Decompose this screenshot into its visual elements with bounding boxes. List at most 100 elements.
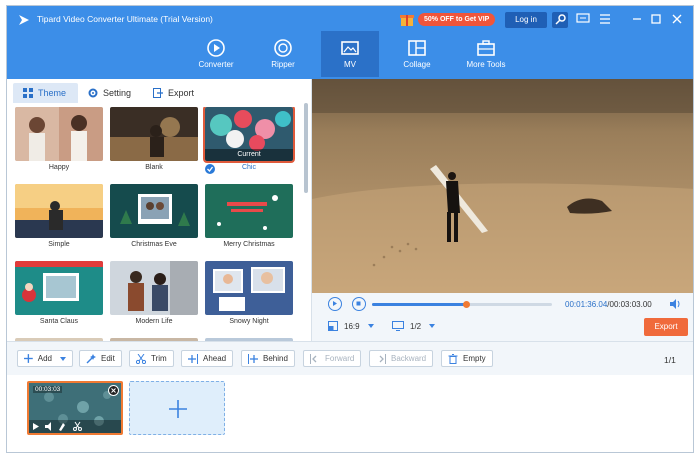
check-icon <box>205 164 215 174</box>
page-count: 1/1 <box>664 355 676 365</box>
play-button[interactable] <box>328 297 342 311</box>
plus-icon <box>24 354 33 363</box>
theme-thumbnail <box>110 184 198 238</box>
theme-thumbnail <box>15 261 103 315</box>
timeline-clip[interactable]: 00:03:03 <box>27 381 123 435</box>
aspect-ratio-select[interactable]: 16:9 <box>328 321 374 331</box>
app-window: Tipard Video Converter Ultimate (Trial V… <box>6 5 694 453</box>
theme-chic[interactable]: Current Chic <box>203 107 295 174</box>
behind-label: Behind <box>263 354 288 363</box>
theme-modern-life[interactable]: Modern Life <box>110 261 198 325</box>
theme-grid: Happy Blank Current Chic Simple Christma… <box>15 107 305 341</box>
tab-export[interactable]: Export <box>143 83 206 103</box>
edit-label: Edit <box>101 354 115 363</box>
trim-label: Trim <box>151 354 167 363</box>
key-button[interactable] <box>552 12 568 28</box>
ahead-button[interactable]: Ahead <box>181 350 234 367</box>
theme-christmas-eve[interactable]: Christmas Eve <box>110 184 198 248</box>
title-bar: Tipard Video Converter Ultimate (Trial V… <box>7 6 693 79</box>
current-time: 00:01:36.04 <box>565 300 608 309</box>
gear-icon <box>88 88 98 98</box>
preview-frame <box>312 79 693 293</box>
stop-icon <box>356 301 361 306</box>
forward-button[interactable]: Forward <box>303 350 362 367</box>
forward-label: Forward <box>325 354 355 363</box>
theme-name: Merry Christmas <box>223 241 275 248</box>
add-clip-button[interactable] <box>129 381 225 435</box>
tab-setting[interactable]: Setting <box>78 83 143 103</box>
screen-select[interactable]: 1/2 <box>392 321 436 331</box>
theme-simple[interactable]: Simple <box>15 184 103 248</box>
theme-name: Chic <box>241 164 256 171</box>
theme-merry-christmas[interactable]: Merry Christmas <box>205 184 293 248</box>
backward-button[interactable]: Backward <box>369 350 434 367</box>
edit-toolbar: Add Edit Trim Ahead Behind Forward Backw… <box>7 341 693 375</box>
tab-label: Export <box>168 88 195 98</box>
nav-mv[interactable]: MV <box>321 31 379 77</box>
backward-label: Backward <box>391 354 427 363</box>
nav-collage[interactable]: Collage <box>388 31 446 77</box>
progress-track[interactable] <box>372 301 552 308</box>
mv-icon <box>341 41 359 55</box>
theme-santa-claus[interactable]: Santa Claus <box>15 261 103 325</box>
clip-tools <box>29 420 121 433</box>
maximize-icon[interactable] <box>649 13 663 25</box>
magic-wand-icon <box>86 353 96 363</box>
tab-theme[interactable]: Theme <box>13 83 79 103</box>
ripper-icon <box>274 39 292 57</box>
insert-behind-icon <box>248 353 258 364</box>
login-button[interactable]: Log in <box>505 12 547 28</box>
nav-label: Ripper <box>271 60 295 69</box>
promo-badge: 50% OFF to Get VIP <box>418 12 496 26</box>
theme-blank[interactable]: Blank <box>110 107 198 171</box>
play-icon <box>333 301 337 306</box>
theme-thumbnail <box>110 261 198 315</box>
minimize-icon[interactable] <box>630 13 644 25</box>
panel-tabs: Theme Setting Export <box>13 83 206 103</box>
edit-button[interactable]: Edit <box>79 350 122 367</box>
theme-scrollbar[interactable] <box>304 103 308 193</box>
empty-button[interactable]: Empty <box>441 350 493 367</box>
nav-converter[interactable]: Converter <box>187 31 245 77</box>
nav-label: Collage <box>403 60 431 69</box>
tab-label: Theme <box>38 88 67 98</box>
theme-happy[interactable]: Happy <box>15 107 103 171</box>
main-nav: Converter Ripper MV Collage More Tools <box>7 31 693 79</box>
add-button[interactable]: Add <box>17 350 73 367</box>
nav-label: More Tools <box>466 60 506 69</box>
theme-name: Modern Life <box>135 318 173 325</box>
stop-button[interactable] <box>352 297 366 311</box>
remove-clip-button[interactable] <box>108 385 119 396</box>
clip-duration: 00:03:03 <box>33 386 63 393</box>
nav-ripper[interactable]: Ripper <box>254 31 312 77</box>
trash-icon <box>448 353 458 364</box>
export-button[interactable]: Export <box>644 318 688 336</box>
scissors-icon <box>136 353 146 364</box>
close-icon <box>111 388 116 393</box>
volume-icon <box>45 422 51 431</box>
theme-name: Blank <box>145 164 163 171</box>
gift-icon <box>400 15 414 26</box>
chevron-down-icon <box>429 324 436 328</box>
volume-icon[interactable] <box>669 298 681 310</box>
close-icon[interactable] <box>670 13 684 25</box>
progress-fill <box>372 303 466 306</box>
theme-name: Snowy Night <box>229 318 269 325</box>
clip-tool-icons <box>33 421 82 431</box>
toolbox-icon <box>477 40 495 56</box>
nav-more-tools[interactable]: More Tools <box>456 31 516 77</box>
behind-button[interactable]: Behind <box>241 350 295 367</box>
theme-snowy-night[interactable]: Snowy Night <box>205 261 293 325</box>
theme-name: Santa Claus <box>39 318 79 325</box>
theme-thumbnail <box>15 184 103 238</box>
add-label: Add <box>37 354 52 363</box>
promo-banner[interactable]: 50% OFF to Get VIP <box>399 11 496 27</box>
progress-handle[interactable] <box>462 301 470 308</box>
theme-icon <box>23 88 33 98</box>
trim-button[interactable]: Trim <box>129 350 174 367</box>
feedback-icon[interactable] <box>576 13 590 25</box>
key-icon <box>555 14 566 25</box>
forward-icon <box>310 353 317 364</box>
menu-icon[interactable] <box>598 13 612 25</box>
monitor-icon <box>392 321 404 331</box>
